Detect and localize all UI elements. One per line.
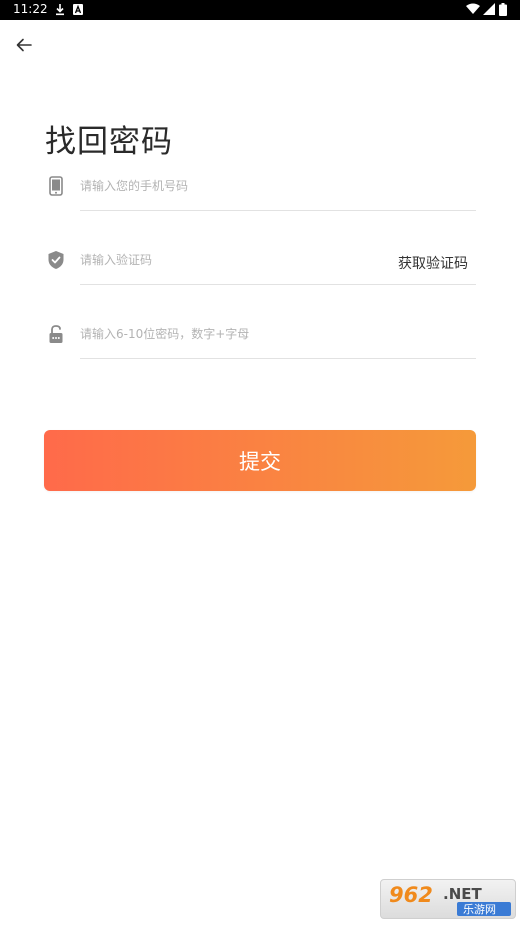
page-title: 找回密码 <box>45 124 173 160</box>
back-button[interactable] <box>12 34 36 58</box>
password-row <box>44 316 476 359</box>
password-underline <box>80 358 476 359</box>
signal-icon <box>483 3 495 18</box>
phone-row <box>44 168 476 211</box>
svg-text:乐游网: 乐游网 <box>463 903 496 916</box>
forgot-password-screen: 11:22 找回密码 请输入您的手机号码 请输入验证码 获取验证码 提交 962… <box>0 0 520 926</box>
shield-check-icon <box>46 250 66 270</box>
a-box-icon <box>72 3 84 19</box>
status-bar: 11:22 <box>0 0 520 20</box>
status-time: 11:22 <box>13 2 48 16</box>
code-input[interactable] <box>80 246 380 274</box>
svg-text:962: 962 <box>389 883 433 907</box>
password-input[interactable] <box>80 320 380 348</box>
wifi-icon <box>466 3 480 18</box>
phone-icon <box>46 176 66 196</box>
arrow-left-icon <box>16 37 32 56</box>
submit-button[interactable]: 提交 <box>44 430 476 491</box>
battery-icon <box>499 3 507 19</box>
watermark-logo: 962 .NET 乐游网 <box>380 879 516 919</box>
svg-text:.NET: .NET <box>443 885 482 903</box>
code-underline <box>80 284 476 285</box>
phone-input[interactable] <box>80 172 380 200</box>
download-icon <box>54 3 66 19</box>
phone-underline <box>80 210 476 211</box>
code-row: 获取验证码 <box>44 242 476 285</box>
unlock-icon <box>46 324 66 344</box>
get-code-button[interactable]: 获取验证码 <box>398 253 468 273</box>
